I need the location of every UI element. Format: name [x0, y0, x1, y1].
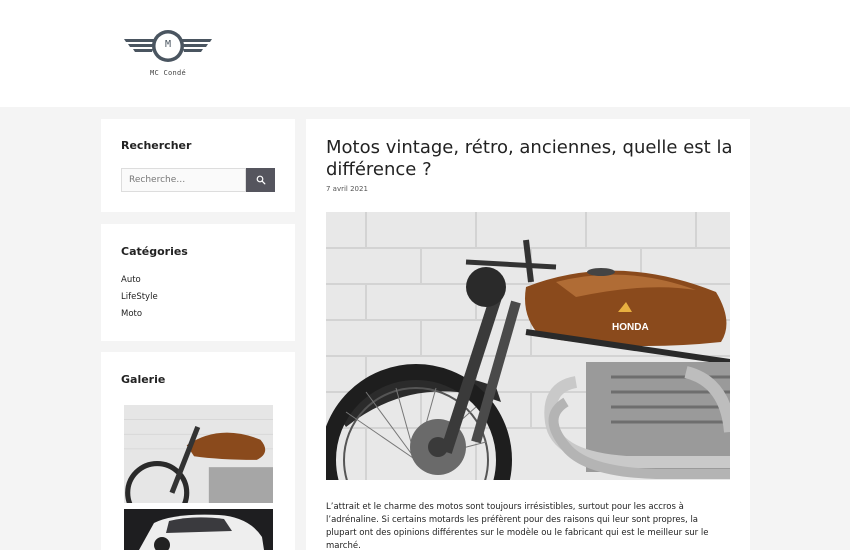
motorcycle-thumbnail-image: [124, 405, 273, 503]
category-item: Moto: [121, 308, 158, 325]
categories-widget-title: Catégories: [121, 245, 188, 258]
post-title[interactable]: Motos vintage, rétro, anciennes, quelle …: [326, 137, 736, 181]
gallery-widget-title: Galerie: [121, 373, 166, 386]
category-link-auto[interactable]: Auto: [121, 275, 141, 285]
post-date: 7 avril 2021: [326, 185, 368, 193]
site-header: M MC Condé: [0, 0, 850, 107]
tank-brand-label: HONDA: [612, 322, 649, 333]
category-link-lifestyle[interactable]: LifeStyle: [121, 292, 158, 302]
categories-widget: Catégories Auto LifeStyle Moto: [101, 224, 295, 341]
category-item: LifeStyle: [121, 291, 158, 308]
category-link-moto[interactable]: Moto: [121, 309, 142, 319]
search-icon: [256, 175, 265, 185]
post-featured-image[interactable]: HONDA: [326, 212, 730, 480]
gallery-thumb-motorcycle[interactable]: [124, 405, 273, 503]
search-button[interactable]: [246, 168, 275, 192]
category-list: Auto LifeStyle Moto: [121, 274, 158, 325]
car-thumbnail-image: [124, 509, 273, 550]
gallery-thumb-car[interactable]: [124, 509, 273, 550]
logo-letter: M: [164, 39, 172, 50]
site-logo[interactable]: M MC Condé: [120, 26, 216, 82]
post-excerpt: L’attrait et le charme des motos sont to…: [326, 502, 709, 550]
article-card: Motos vintage, rétro, anciennes, quelle …: [306, 119, 750, 550]
motorcycle-photo: HONDA: [326, 212, 730, 480]
category-item: Auto: [121, 274, 158, 291]
logo-text: MC Condé: [149, 69, 187, 77]
search-widget-title: Rechercher: [121, 139, 192, 152]
search-input[interactable]: [121, 168, 246, 192]
search-widget: Rechercher: [101, 119, 295, 212]
gallery-widget: Galerie: [101, 352, 295, 550]
